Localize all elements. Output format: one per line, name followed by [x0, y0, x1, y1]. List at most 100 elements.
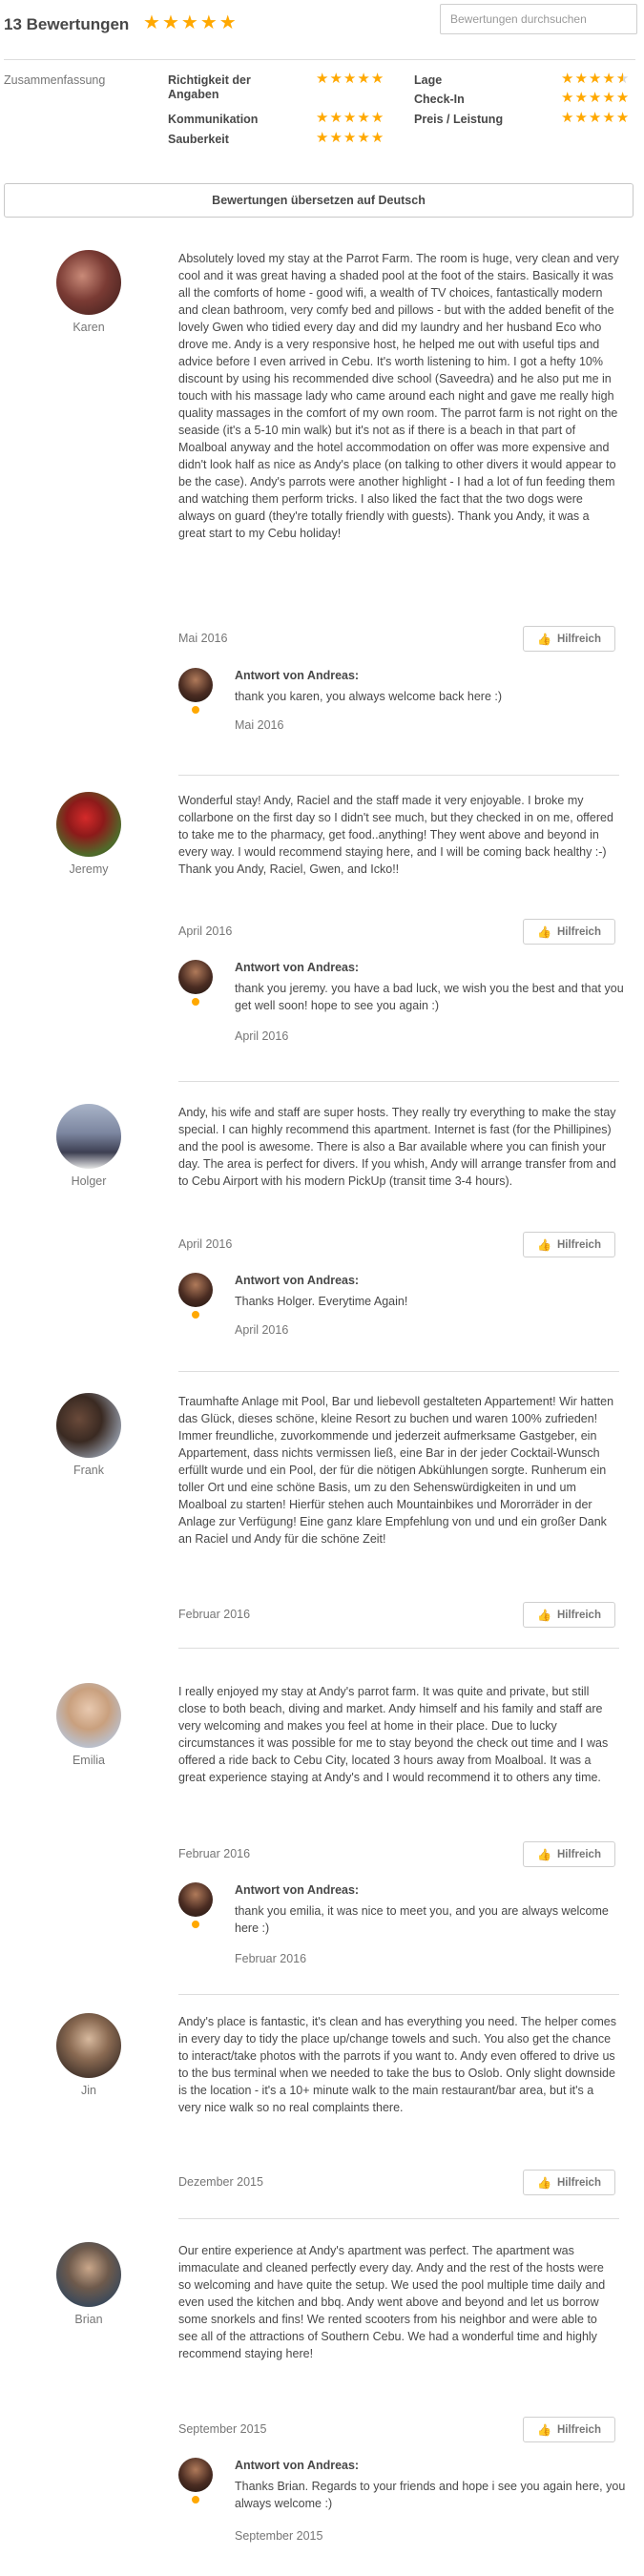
avatar[interactable]: [56, 2013, 121, 2078]
helpful-button[interactable]: 👍 Hilfreich: [523, 2170, 615, 2195]
superhost-badge-icon: [190, 1919, 201, 1930]
translate-reviews-button[interactable]: Bewertungen übersetzen auf Deutsch: [4, 183, 634, 218]
category-label: Check-In: [414, 93, 465, 106]
response-date: April 2016: [235, 1029, 289, 1043]
reviews-header: 13 Bewertungen ★ ★ ★ ★ ★: [0, 0, 644, 53]
response-title: Antwort von Andreas:: [235, 961, 360, 974]
star-icon: ★: [574, 71, 588, 87]
review-date: April 2016: [178, 1237, 233, 1251]
reviewer[interactable]: Emilia: [48, 1683, 130, 1767]
reviewer[interactable]: Karen: [48, 250, 130, 334]
response-title: Antwort von Andreas:: [235, 669, 360, 682]
divider: [178, 1648, 619, 1649]
review-date: Februar 2016: [178, 1608, 251, 1621]
helpful-label: Hilfreich: [556, 1238, 601, 1251]
reviewer-name[interactable]: Holger: [48, 1174, 130, 1188]
star-icon: ★: [357, 130, 370, 146]
overall-rating-stars: ★ ★ ★ ★ ★: [143, 13, 237, 32]
host-avatar[interactable]: [178, 668, 213, 702]
thumbs-up-icon: 👍: [537, 632, 551, 646]
helpful-label: Hilfreich: [556, 2423, 601, 2436]
category-label: Sauberkeit: [168, 133, 229, 146]
star-icon: ★: [574, 110, 588, 126]
review-text: Andy's place is fantastic, it's clean an…: [178, 2015, 616, 2114]
star-icon: ★: [561, 90, 574, 106]
reviewer[interactable]: Frank: [48, 1393, 130, 1477]
helpful-label: Hilfreich: [556, 1609, 601, 1621]
helpful-button[interactable]: 👍 Hilfreich: [523, 1841, 615, 1867]
summary-label: Zusammenfassung: [4, 73, 106, 87]
category-stars: ★ ★ ★ ★ ★: [316, 72, 384, 86]
helpful-button[interactable]: 👍 Hilfreich: [523, 1232, 615, 1257]
response-date: Februar 2016: [235, 1952, 307, 1965]
avatar[interactable]: [56, 1104, 121, 1169]
response-title: Antwort von Andreas:: [235, 1274, 360, 1287]
review-date: Februar 2016: [178, 1847, 251, 1860]
reviewer[interactable]: Jin: [48, 2013, 130, 2097]
thumbs-up-icon: 👍: [537, 1847, 551, 1861]
reviewer-name[interactable]: Karen: [48, 321, 130, 334]
star-icon: ★: [615, 110, 630, 126]
star-icon: ★: [588, 90, 602, 106]
avatar[interactable]: [56, 1393, 121, 1458]
search-reviews-input[interactable]: [440, 4, 637, 34]
star-icon: ★: [329, 130, 343, 146]
star-icon: ★: [574, 90, 588, 106]
host-response: Antwort von Andreas: thank you jeremy. y…: [178, 960, 624, 1046]
avatar[interactable]: [56, 1683, 121, 1748]
helpful-button[interactable]: 👍 Hilfreich: [523, 1602, 615, 1628]
review-date: April 2016: [178, 924, 233, 938]
category-label: Richtigkeit der Angaben: [168, 73, 251, 101]
response-date: Mai 2016: [235, 718, 284, 732]
star-icon: ★: [561, 71, 574, 87]
star-icon: ★: [370, 110, 384, 126]
star-icon: ★: [343, 110, 357, 126]
reviewer[interactable]: Brian: [48, 2242, 130, 2326]
response-date: September 2015: [235, 2529, 323, 2543]
divider: [4, 59, 635, 60]
helpful-button[interactable]: 👍 Hilfreich: [523, 2417, 615, 2442]
avatar[interactable]: [56, 792, 121, 857]
star-icon: ★: [561, 110, 574, 126]
reviewer-name[interactable]: Brian: [48, 2313, 130, 2326]
helpful-button[interactable]: 👍 Hilfreich: [523, 919, 615, 945]
response-date: April 2016: [235, 1323, 289, 1337]
helpful-button[interactable]: 👍 Hilfreich: [523, 626, 615, 652]
response-text: thank you jeremy. you have a bad luck, w…: [235, 982, 624, 1012]
host-response: Antwort von Andreas: thank you karen, yo…: [178, 668, 619, 744]
divider: [178, 1371, 619, 1372]
review-date: Dezember 2015: [178, 2175, 263, 2189]
host-response: Antwort von Andreas: Thanks Holger. Ever…: [178, 1273, 619, 1340]
host-avatar[interactable]: [178, 1273, 213, 1307]
category-label: Lage: [414, 73, 443, 87]
avatar[interactable]: [56, 2242, 121, 2307]
star-icon: ★: [161, 12, 179, 33]
superhost-badge-icon: [190, 1309, 201, 1320]
category-label: Preis / Leistung: [414, 113, 504, 126]
host-avatar[interactable]: [178, 1882, 213, 1917]
star-icon: ★: [199, 12, 218, 33]
star-icon: ★: [602, 110, 615, 126]
response-title: Antwort von Andreas:: [235, 2459, 360, 2472]
host-response: Antwort von Andreas: Thanks Brian. Regar…: [178, 2458, 625, 2553]
star-icon: ★: [343, 71, 357, 87]
reviewer[interactable]: Holger: [48, 1104, 130, 1188]
category-stars: ★ ★ ★ ★ ★: [316, 111, 384, 125]
reviewer-name[interactable]: Emilia: [48, 1754, 130, 1767]
reviewer[interactable]: Jeremy: [48, 792, 130, 876]
reviewer-name[interactable]: Jin: [48, 2084, 130, 2097]
host-avatar[interactable]: [178, 2458, 213, 2492]
star-icon: ★: [316, 110, 329, 126]
reviewer-name[interactable]: Jeremy: [48, 862, 130, 876]
thumbs-up-icon: 👍: [537, 924, 551, 939]
host-avatar[interactable]: [178, 960, 213, 994]
review-date: September 2015: [178, 2422, 267, 2436]
star-icon: ★: [602, 90, 615, 106]
reviewer-name[interactable]: Frank: [48, 1464, 130, 1477]
response-text: Thanks Brian. Regards to your friends an…: [235, 2480, 626, 2510]
star-icon: ★: [588, 71, 602, 87]
response-text: thank you emilia, it was nice to meet yo…: [235, 1904, 609, 1935]
review-text: Traumhafte Anlage mit Pool, Bar und lieb…: [178, 1395, 614, 1546]
review-text: Wonderful stay! Andy, Raciel and the sta…: [178, 794, 613, 876]
avatar[interactable]: [56, 250, 121, 315]
